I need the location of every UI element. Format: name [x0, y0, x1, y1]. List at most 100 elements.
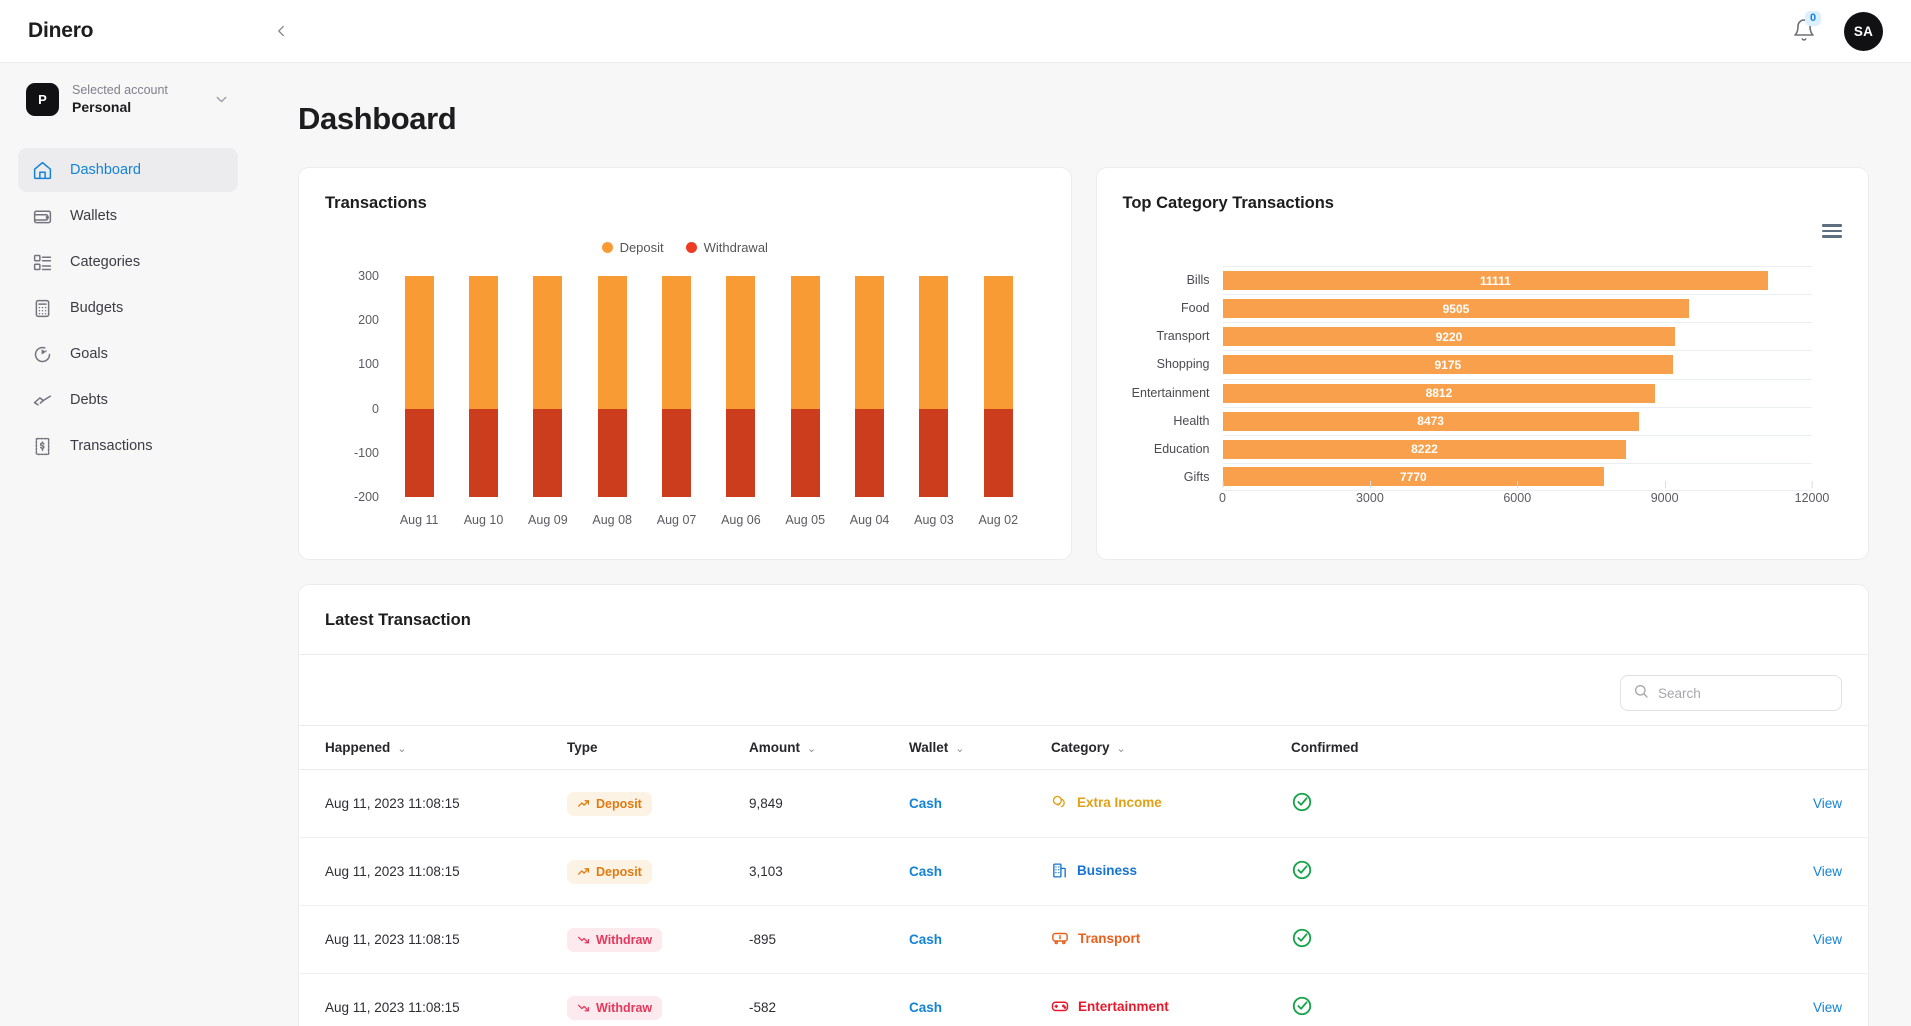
- trend-up-icon: [577, 797, 590, 810]
- column-header-category[interactable]: Category⌄: [1051, 726, 1291, 770]
- bar-group[interactable]: [709, 276, 773, 497]
- sidebar-collapse-icon[interactable]: [268, 18, 294, 44]
- x-axis-tick-label: Aug 09: [516, 513, 580, 527]
- category-bar-row[interactable]: Education8222: [1123, 435, 1813, 463]
- bar-deposit: [533, 276, 562, 409]
- x-axis-tick-label: 3000: [1356, 491, 1384, 505]
- bar-deposit: [726, 276, 755, 409]
- x-axis-tick-label: 9000: [1651, 491, 1679, 505]
- bar-group[interactable]: [451, 276, 515, 497]
- column-header-happened[interactable]: Happened⌄: [299, 726, 567, 770]
- category-label: Transport: [1078, 931, 1140, 946]
- bar-group[interactable]: [516, 276, 580, 497]
- category-bar-row[interactable]: Entertainment8812: [1123, 379, 1813, 407]
- top-bar-actions: 0 SA: [1792, 12, 1883, 51]
- bar-group[interactable]: [580, 276, 644, 497]
- legend-item-deposit[interactable]: Deposit: [602, 240, 664, 255]
- x-axis-tick-label: Aug 05: [773, 513, 837, 527]
- transactions-chart-plot: 3002001000-100-200 Aug 11Aug 10Aug 09Aug…: [325, 276, 1045, 533]
- sidebar-item-goals[interactable]: Goals: [18, 332, 238, 376]
- column-header-amount[interactable]: Amount⌄: [749, 726, 909, 770]
- column-label: Category: [1051, 740, 1110, 755]
- column-header-wallet[interactable]: Wallet ⌄: [909, 726, 1051, 770]
- bar-group[interactable]: [387, 276, 451, 497]
- search-input[interactable]: [1658, 686, 1829, 701]
- bar-group[interactable]: [902, 276, 966, 497]
- category-bar-label: Gifts: [1123, 470, 1223, 484]
- view-link[interactable]: View: [1813, 1000, 1842, 1015]
- account-selector[interactable]: P Selected account Personal: [18, 63, 238, 134]
- wallet-link[interactable]: Cash: [909, 932, 942, 947]
- table-row[interactable]: Aug 11, 2023 11:08:15Withdraw-895CashTra…: [299, 906, 1868, 974]
- table-row[interactable]: Aug 11, 2023 11:08:15Deposit9,849CashExt…: [299, 770, 1868, 838]
- cell-confirmed: [1291, 770, 1461, 838]
- sidebar-item-budgets[interactable]: Budgets: [18, 286, 238, 330]
- column-header-confirmed: Confirmed: [1291, 726, 1461, 770]
- cell-amount: 9,849: [749, 770, 909, 838]
- category-bar-row[interactable]: Bills11111: [1123, 266, 1813, 294]
- category-bar-row[interactable]: Gifts7770: [1123, 463, 1813, 491]
- sidebar-item-categories[interactable]: Categories: [18, 240, 238, 284]
- view-link[interactable]: View: [1813, 796, 1842, 811]
- sidebar-item-dashboard[interactable]: Dashboard: [18, 148, 238, 192]
- home-icon: [32, 160, 53, 181]
- bar-group[interactable]: [773, 276, 837, 497]
- transactions-chart-title: Transactions: [299, 168, 1071, 213]
- bar-withdrawal: [598, 409, 627, 497]
- category-bar-row[interactable]: Food9505: [1123, 294, 1813, 322]
- cell-amount: 3,103: [749, 838, 909, 906]
- wallet-link[interactable]: Cash: [909, 796, 942, 811]
- category-bar-value: 9175: [1223, 355, 1674, 374]
- cell-wallet: Cash: [909, 770, 1051, 838]
- category-link[interactable]: Extra Income: [1051, 794, 1162, 811]
- category-bar-row[interactable]: Shopping9175: [1123, 350, 1813, 378]
- view-link[interactable]: View: [1813, 864, 1842, 879]
- hamburger-menu-icon[interactable]: [1822, 224, 1842, 238]
- category-link[interactable]: Transport: [1051, 929, 1140, 947]
- bar-deposit: [469, 276, 498, 409]
- table-row[interactable]: Aug 11, 2023 11:08:15Withdraw-582CashEnt…: [299, 974, 1868, 1026]
- category-bar-track: 9505: [1223, 294, 1813, 322]
- building-icon: [1051, 862, 1068, 879]
- bar-group[interactable]: [837, 276, 901, 497]
- view-link[interactable]: View: [1813, 932, 1842, 947]
- category-link[interactable]: Business: [1051, 862, 1137, 879]
- type-badge: Deposit: [567, 792, 652, 816]
- search-bar: [299, 655, 1868, 725]
- cell-amount: -895: [749, 906, 909, 974]
- bar-group[interactable]: [644, 276, 708, 497]
- column-label: Type: [567, 740, 598, 755]
- category-label: Business: [1077, 863, 1137, 878]
- table-row[interactable]: Aug 11, 2023 11:08:15Deposit3,103CashBus…: [299, 838, 1868, 906]
- x-axis-tick-label: Aug 03: [902, 513, 966, 527]
- sort-chevron-down-icon: ⌄: [397, 743, 406, 755]
- sidebar-item-debts[interactable]: Debts: [18, 378, 238, 422]
- wallet-link[interactable]: Cash: [909, 864, 942, 879]
- latest-transaction-card: Latest Transaction Happened⌄ Type Amount…: [298, 584, 1869, 1026]
- sidebar-item-wallets[interactable]: Wallets: [18, 194, 238, 238]
- avatar[interactable]: SA: [1844, 12, 1883, 51]
- notifications-button[interactable]: 0: [1792, 18, 1818, 44]
- category-bar-row[interactable]: Transport9220: [1123, 322, 1813, 350]
- legend-swatch-deposit: [602, 242, 613, 253]
- game-controller-icon: [1051, 997, 1069, 1015]
- wallet-link[interactable]: Cash: [909, 1000, 942, 1015]
- category-link[interactable]: Entertainment: [1051, 997, 1169, 1015]
- cell-type: Withdraw: [567, 974, 749, 1026]
- column-label: Wallet: [909, 740, 948, 755]
- sidebar-item-transactions[interactable]: Transactions: [18, 424, 238, 468]
- bar-withdrawal: [855, 409, 884, 497]
- search-box[interactable]: [1620, 675, 1842, 711]
- cell-type: Deposit: [567, 770, 749, 838]
- category-bar-label: Food: [1123, 301, 1223, 315]
- legend-item-withdrawal[interactable]: Withdrawal: [686, 240, 768, 255]
- bar-group[interactable]: [966, 276, 1030, 497]
- notification-count-badge: 0: [1805, 11, 1821, 26]
- cell-category: Business: [1051, 838, 1291, 906]
- account-badge: P: [26, 83, 59, 116]
- category-bar-row[interactable]: Health8473: [1123, 407, 1813, 435]
- sort-chevron-down-icon: ⌄: [955, 743, 964, 755]
- category-label: Entertainment: [1078, 999, 1169, 1014]
- sidebar-item-label: Wallets: [70, 208, 117, 224]
- cell-category: Extra Income: [1051, 770, 1291, 838]
